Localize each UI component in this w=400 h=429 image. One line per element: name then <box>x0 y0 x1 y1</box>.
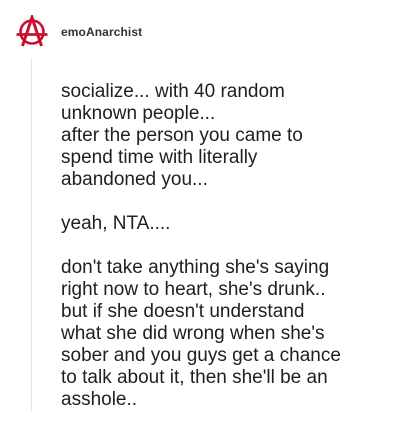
comment-line: right now to heart, she's drunk.. <box>61 279 326 300</box>
anarchy-symbol-icon[interactable] <box>15 15 49 49</box>
comment-line: asshole.. <box>61 389 138 410</box>
comment-line: sober and you guys get a chance <box>61 345 341 366</box>
thread-line <box>31 58 32 412</box>
comment-header: emoAnarchist <box>15 15 142 49</box>
comment-line: yeah, NTA.... <box>61 213 171 234</box>
comment-line: abandoned you... <box>61 169 208 190</box>
author-username[interactable]: emoAnarchist <box>61 25 142 39</box>
comment-line: spend time with literally <box>61 147 258 168</box>
comment-line: to talk about it, then she'll be an <box>61 367 328 388</box>
comment-line: after the person you came to <box>61 125 303 146</box>
comment-paragraph: yeah, NTA.... <box>61 213 391 235</box>
comment-line: don't take anything she's saying <box>61 257 330 278</box>
comment-paragraph: socialize... with 40 random unknown peop… <box>61 81 391 191</box>
comment-line: but if she doesn't understand <box>61 301 305 322</box>
comment-body: socialize... with 40 random unknown peop… <box>61 81 391 411</box>
comment-line: what she did wrong when she's <box>61 323 325 344</box>
comment-card: emoAnarchist socialize... with 40 random… <box>0 0 400 429</box>
comment-line: socialize... with 40 random <box>61 81 285 102</box>
comment-paragraph: don't take anything she's saying right n… <box>61 257 391 411</box>
comment-line: unknown people... <box>61 103 216 124</box>
